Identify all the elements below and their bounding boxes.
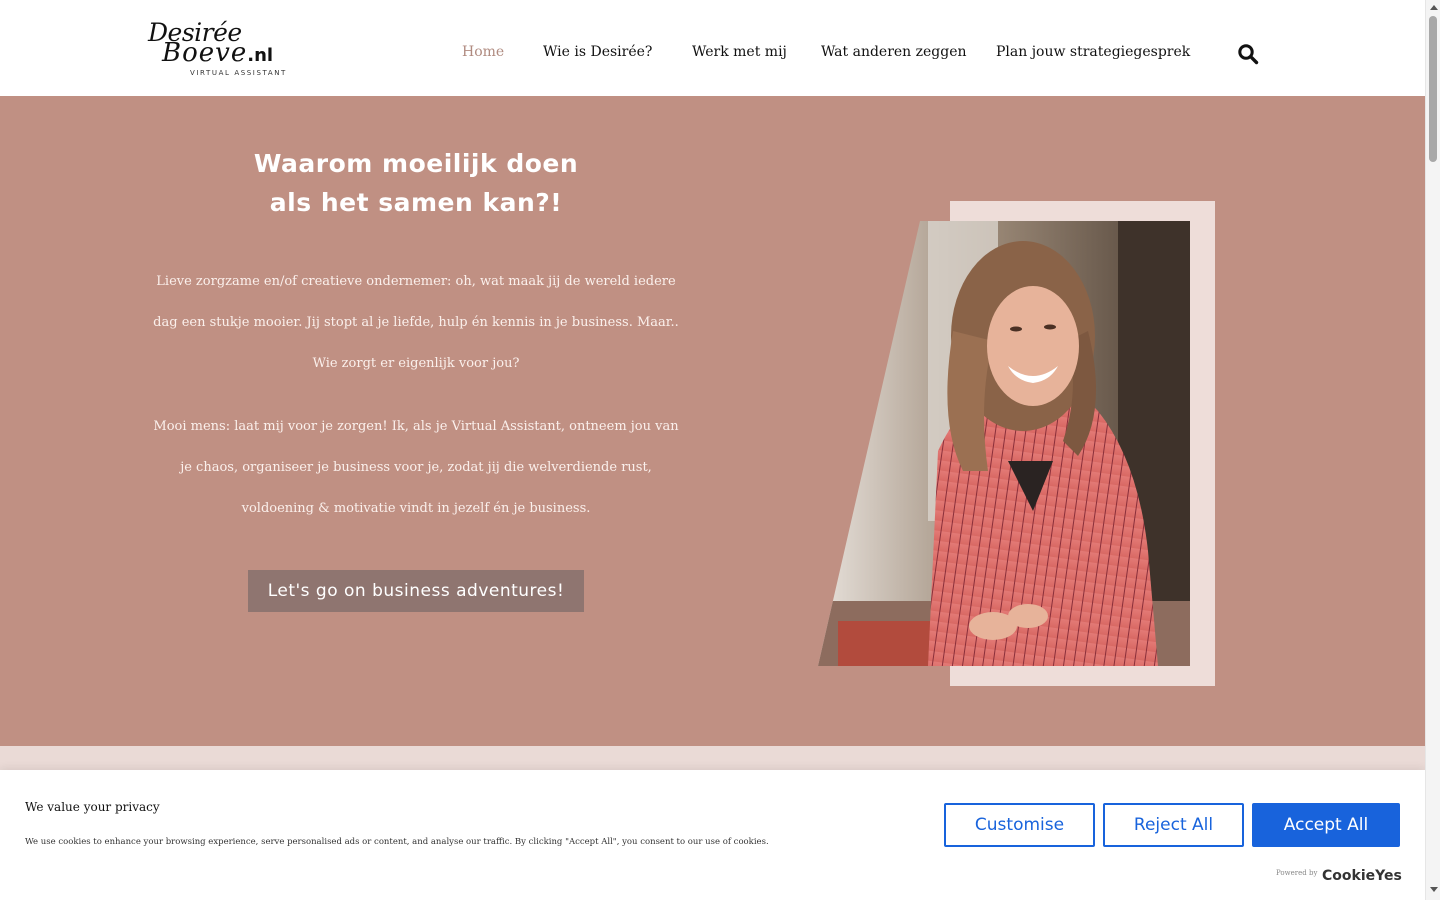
powered-by-label: Powered by [1276, 869, 1318, 877]
nav-item-home[interactable]: Home [462, 44, 504, 60]
scroll-up-arrow-icon[interactable] [1430, 5, 1438, 10]
hero-section: Waarom moeilijk doen als het samen kan?!… [0, 96, 1425, 746]
hero-paragraph-2: Mooi mens: laat mij voor je zorgen! Ik, … [153, 419, 679, 516]
cookie-title: We value your privacy [25, 800, 160, 814]
logo-line2: Boeve.nl [162, 38, 273, 68]
nav-item-wat-anderen-zeggen[interactable]: Wat anderen zeggen [821, 44, 967, 60]
cookie-text: We use cookies to enhance your browsing … [25, 837, 769, 847]
site-logo[interactable]: Desirée Boeve.nl VIRTUAL ASSISTANT [148, 18, 288, 80]
cookie-banner: We value your privacy We use cookies to … [0, 770, 1425, 900]
hero-title-line2: als het samen kan?! [269, 188, 563, 217]
reject-all-button[interactable]: Reject All [1103, 803, 1244, 847]
search-icon[interactable] [1237, 43, 1259, 65]
accept-all-button[interactable]: Accept All [1252, 803, 1400, 847]
hero-title: Waarom moeilijk doen als het samen kan?! [150, 144, 682, 222]
hero-photo [818, 221, 1190, 666]
customise-button[interactable]: Customise [944, 803, 1095, 847]
nav-item-werk-met-mij[interactable]: Werk met mij [692, 44, 787, 60]
nav-item-strategiegesprek[interactable]: Plan jouw strategiegesprek [996, 44, 1190, 60]
hero-title-line1: Waarom moeilijk doen [253, 149, 579, 178]
scrollbar-thumb[interactable] [1429, 16, 1437, 162]
cookieyes-logo[interactable]: CookieYes [1322, 868, 1402, 884]
cta-button[interactable]: Let's go on business adventures! [248, 570, 584, 612]
logo-name: Boeve [162, 38, 248, 68]
page-scrollbar[interactable] [1425, 0, 1440, 900]
nav-item-wie-is-desiree[interactable]: Wie is Desirée? [543, 44, 652, 60]
site-header: Desirée Boeve.nl VIRTUAL ASSISTANT Home … [0, 0, 1425, 96]
hero-paragraph-1: Lieve zorgzame en/of creatieve onderneme… [153, 274, 679, 371]
scroll-down-arrow-icon[interactable] [1430, 887, 1438, 892]
logo-tagline: VIRTUAL ASSISTANT [190, 69, 287, 77]
logo-tld: .nl [247, 45, 274, 66]
